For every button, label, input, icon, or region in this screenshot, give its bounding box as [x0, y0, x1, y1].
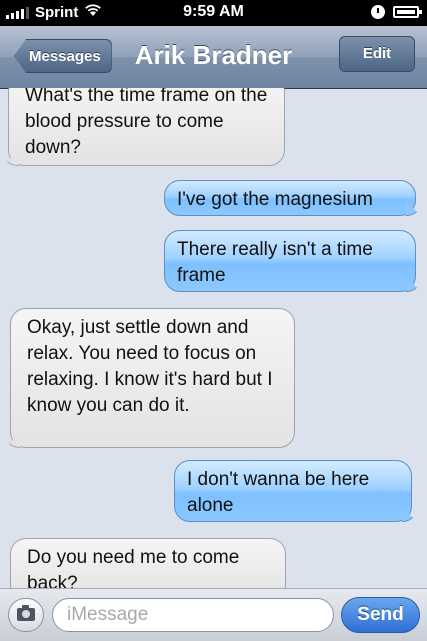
status-right	[371, 5, 422, 19]
nav-bar: Messages Arik Bradner Edit	[0, 26, 427, 89]
battery-icon	[393, 6, 422, 18]
imessage-input[interactable]: iMessage	[52, 598, 334, 632]
message-thread[interactable]: What's the time frame on the blood press…	[0, 88, 427, 588]
message-bubble-incoming[interactable]: Do you need me to come back?	[10, 538, 286, 588]
status-bar: Sprint 9:59 AM	[0, 0, 427, 26]
message-bubble-incoming[interactable]: Okay, just settle down and relax. You ne…	[10, 308, 295, 448]
composer-bar: iMessage Send	[0, 588, 427, 641]
orientation-lock-icon	[371, 5, 385, 19]
message-bubble-outgoing[interactable]: I've got the magnesium	[164, 180, 416, 216]
edit-button[interactable]: Edit	[339, 36, 415, 72]
camera-icon	[17, 605, 35, 621]
camera-button[interactable]	[8, 598, 44, 632]
message-bubble-outgoing[interactable]: I don't wanna be here alone	[174, 460, 412, 522]
send-button[interactable]: Send	[341, 597, 420, 633]
message-bubble-outgoing[interactable]: There really isn't a time frame	[164, 230, 416, 292]
status-time: 9:59 AM	[183, 3, 244, 20]
message-bubble-incoming[interactable]: What's the time frame on the blood press…	[8, 88, 285, 166]
